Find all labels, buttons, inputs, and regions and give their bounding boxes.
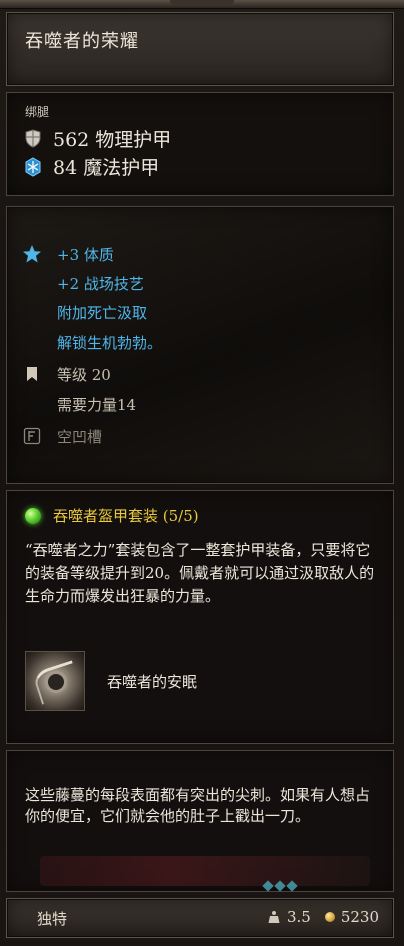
tooltip-footer: 独特 3.5 5230 xyxy=(6,898,394,938)
bonus-text: +3 体质 xyxy=(57,245,114,264)
magic-armor-text: 84 魔法护甲 xyxy=(53,157,160,179)
bonus-row-2: 附加死亡汲取 xyxy=(57,301,147,323)
rune-socket-icon xyxy=(21,425,43,447)
requirement-row: 需要力量14 xyxy=(57,393,136,415)
snowflake-icon xyxy=(23,156,43,177)
bookmark-icon xyxy=(21,363,43,385)
item-slot: 绑腿 xyxy=(25,105,50,119)
shield-icon xyxy=(23,129,43,149)
level-row: 等级 20 xyxy=(21,363,111,385)
bonus-row-1: +2 战场技艺 xyxy=(57,272,144,294)
physical-armor-row: 562 物理护甲 xyxy=(23,125,171,152)
item-value: 5230 xyxy=(340,908,379,926)
item-weight-value: 3.5 5230 xyxy=(267,908,379,926)
magic-armor-row: 84 魔法护甲 xyxy=(23,153,159,180)
item-weight: 3.5 xyxy=(286,908,311,926)
set-piece-item[interactable]: 吞噬者的安眠 xyxy=(25,651,197,711)
set-piece-icon xyxy=(25,651,85,711)
star-icon xyxy=(21,243,43,265)
bonus-text: 解锁生机勃勃。 xyxy=(57,333,163,352)
item-tooltip: 吞噬者的荣耀 绑腿 562 物理护甲 84 魔法护甲 +3 体质 +2 战场技艺… xyxy=(0,0,404,946)
strength-requirement: 需要力量14 xyxy=(57,395,137,414)
rarity-label: 独特 xyxy=(37,910,68,928)
weight-icon xyxy=(267,910,281,924)
stats-section: +3 体质 +2 战场技艺 附加死亡汲取 解锁生机勃勃。 等级 20 需要力量1… xyxy=(6,206,394,484)
defense-section: 绑腿 562 物理护甲 84 魔法护甲 xyxy=(6,92,394,196)
bonus-row-3: 解锁生机勃勃。 xyxy=(57,331,162,353)
set-piece-name: 吞噬者的安眠 xyxy=(107,672,198,691)
tooltip-top-notch xyxy=(170,0,234,6)
bonus-text: +2 战场技艺 xyxy=(57,274,144,293)
item-level: 等级 20 xyxy=(57,365,111,384)
item-title: 吞噬者的荣耀 xyxy=(25,31,139,52)
gold-coin-icon xyxy=(324,912,335,922)
set-title: 吞噬者盔甲套装 (5/5) xyxy=(53,507,199,525)
tooltip-header: 吞噬者的荣耀 xyxy=(6,12,394,86)
set-description: “吞噬者之力”套装包含了一整套护甲装备，只要将它的装备等级提升到20。佩戴者就可… xyxy=(25,541,375,605)
set-title-row: 吞噬者盔甲套装 (5/5) xyxy=(25,505,199,526)
set-section: 吞噬者盔甲套装 (5/5) “吞噬者之力”套装包含了一整套护甲装备，只要将它的装… xyxy=(6,490,394,744)
background-gems xyxy=(262,880,298,892)
flavor-text: 这些藤蔓的每段表面都有突出的尖刺。如果有人想占你的便宜，它们就会他的肚子上戳出一… xyxy=(25,786,371,825)
socket-row[interactable]: 空凹槽 xyxy=(21,425,102,447)
set-orb-icon xyxy=(25,507,41,524)
empty-socket-label: 空凹槽 xyxy=(57,427,103,446)
physical-armor-text: 562 物理护甲 xyxy=(53,129,172,151)
background-ornament xyxy=(40,856,370,886)
bonus-row-0: +3 体质 xyxy=(21,243,114,265)
bonus-text: 附加死亡汲取 xyxy=(57,303,148,322)
